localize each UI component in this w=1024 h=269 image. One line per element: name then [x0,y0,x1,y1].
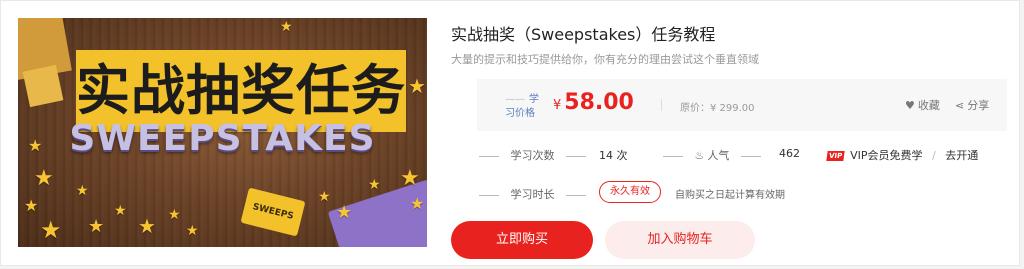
course-subtitle: 大量的提示和技巧提供给你，你有充分的理由尝试这个垂直领域 [451,53,759,66]
star-icon: ★ [34,166,54,191]
star-icon: ★ [408,74,426,98]
banner-title-en: SWEEPSTAKES [69,118,376,159]
add-to-cart-button[interactable]: 加入购物车 [605,221,755,259]
duration-label: 学习时长 [510,188,555,201]
vip-separator: / [932,149,936,162]
star-icon: ★ [40,216,62,244]
star-icon: ★ [24,196,39,215]
duration-badge: 永久有效 [599,181,661,203]
study-count-value: 14 次 [599,149,628,162]
divider-line [479,155,499,157]
popularity-label-wrap: ♨ 人气 [695,149,730,162]
price-panel: —— 学习价格 ¥58.00 原价：¥ 299.00 ♥ 收藏 ⋖ 分享 [477,79,1007,131]
star-icon: ★ [186,223,199,239]
flame-icon: ♨ [694,149,705,162]
favorite-button[interactable]: ♥ 收藏 [905,97,940,113]
popularity-row: ♨ 人气 [663,147,761,163]
share-button[interactable]: ⋖ 分享 [955,97,989,113]
price-label: —— 学习价格 [505,93,545,121]
divider-line [740,155,761,157]
star-icon: ★ [76,183,89,199]
share-icon: ⋖ [955,99,965,112]
expiry-note: 自购买之日起计算有效期 [675,190,785,201]
heart-icon: ♥ [905,99,915,112]
divider-line [566,194,586,196]
star-icon: ★ [318,189,331,205]
popularity-label: 人气 [707,149,730,162]
star-icon: ★ [400,166,420,191]
vip-free: VIP VIP会员免费学 / 去开通 [826,147,978,163]
course-banner[interactable]: 实战抽奖任务 SWEEPSTAKES SWEEPS ★ ★ ★ ★ ★ ★ ★ … [18,18,427,247]
favorite-label: 收藏 [917,99,940,112]
divider-line [663,155,683,157]
dash-decoration: —— [505,94,525,105]
popularity-value: 462 [779,147,800,160]
divider-line [479,194,499,196]
star-icon: ★ [114,203,127,219]
current-price: ¥58.00 [553,90,634,115]
star-icon: ★ [138,214,156,238]
star-icon: ★ [280,19,293,35]
star-icon: ★ [88,216,105,237]
star-icon: ★ [168,207,181,223]
currency-symbol: ¥ [553,98,562,113]
buy-now-button[interactable]: 立即购买 [451,221,593,259]
study-count-label: 学习次数 [510,149,555,162]
star-icon: ★ [336,202,353,223]
course-info: 实战抽奖（Sweepstakes）任务教程 大量的提示和技巧提供给你，你有充分的… [451,1,1011,267]
vip-text: VIP会员免费学 [850,149,923,162]
star-icon: ★ [410,194,425,213]
star-icon: ★ [28,136,43,155]
course-card: 实战抽奖任务 SWEEPSTAKES SWEEPS ★ ★ ★ ★ ★ ★ ★ … [0,0,1020,266]
star-icon: ★ [368,177,381,193]
course-title: 实战抽奖（Sweepstakes）任务教程 [451,25,716,44]
duration-row: 学习时长 [479,186,586,202]
original-price: 原价：¥ 299.00 [680,103,755,114]
vip-badge: VIP [826,151,845,161]
current-price-value: 58.00 [564,90,634,115]
divider-line [566,155,586,157]
price-divider [661,99,662,111]
share-label: 分享 [967,99,990,112]
study-count-row: 学习次数 [479,147,586,163]
vip-open-link[interactable]: 去开通 [945,149,978,162]
gift-box-decoration-2 [22,64,64,108]
